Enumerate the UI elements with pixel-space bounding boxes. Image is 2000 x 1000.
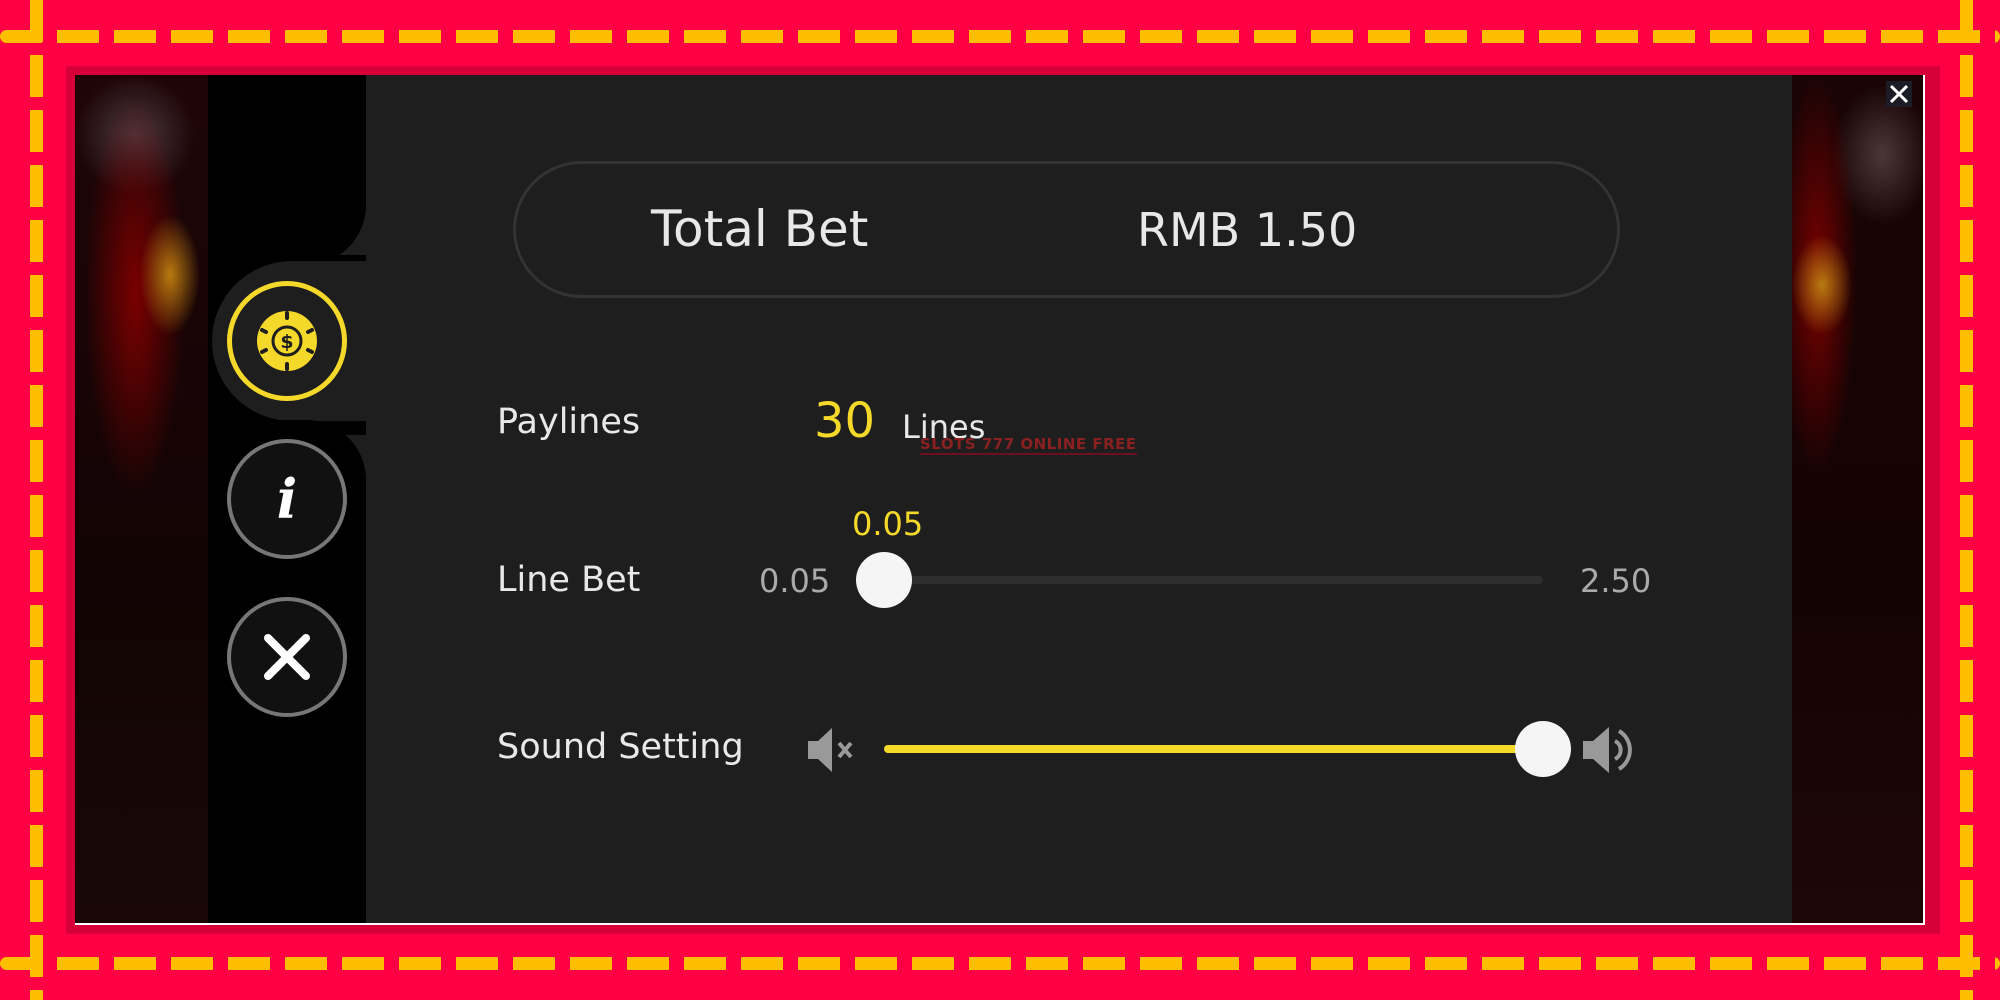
svg-text:$: $ — [280, 331, 293, 353]
watermark: SLOTS 777 ONLINE FREE — [920, 435, 1137, 455]
casino-chip-dollar-icon: $ — [257, 311, 317, 371]
line-bet-min: 0.05 — [759, 562, 831, 600]
border-dashes-top — [0, 30, 2000, 43]
close-icon — [1889, 84, 1909, 104]
paylines-value: 30 — [814, 393, 876, 449]
total-bet-label: Total Bet — [651, 200, 869, 258]
border-dashes-right — [1960, 0, 1973, 1000]
paylines-label: Paylines — [497, 402, 641, 442]
close-icon — [264, 634, 310, 680]
sidebar-item-bet-settings[interactable]: $ — [227, 281, 347, 401]
line-bet-label: Line Bet — [497, 560, 641, 600]
background-left — [75, 75, 208, 923]
sound-setting-label: Sound Setting — [497, 727, 744, 767]
line-bet-slider-track[interactable] — [884, 576, 1543, 584]
border-dashes-left — [30, 0, 43, 1000]
line-bet-slider-handle[interactable] — [856, 552, 912, 608]
line-bet-max: 2.50 — [1580, 562, 1652, 600]
total-bet-value: RMB 1.50 — [1137, 203, 1358, 257]
speaker-mute-icon[interactable] — [806, 727, 858, 773]
sound-slider-handle[interactable] — [1515, 721, 1571, 777]
background-right — [1792, 75, 1923, 923]
info-icon: i — [276, 467, 298, 531]
sidebar: $ i — [208, 75, 372, 923]
settings-panel: $ i Total Bet RMB 1.50 Paylines 30 Lines… — [75, 75, 1925, 925]
line-bet-current-value: 0.05 — [852, 505, 924, 543]
sound-slider-fill — [884, 745, 1543, 753]
sidebar-item-info[interactable]: i — [227, 439, 347, 559]
speaker-loud-icon[interactable] — [1581, 725, 1633, 775]
window-close-button[interactable] — [1886, 81, 1912, 107]
sidebar-item-close[interactable] — [227, 597, 347, 717]
border-dashes-bottom — [0, 957, 2000, 970]
